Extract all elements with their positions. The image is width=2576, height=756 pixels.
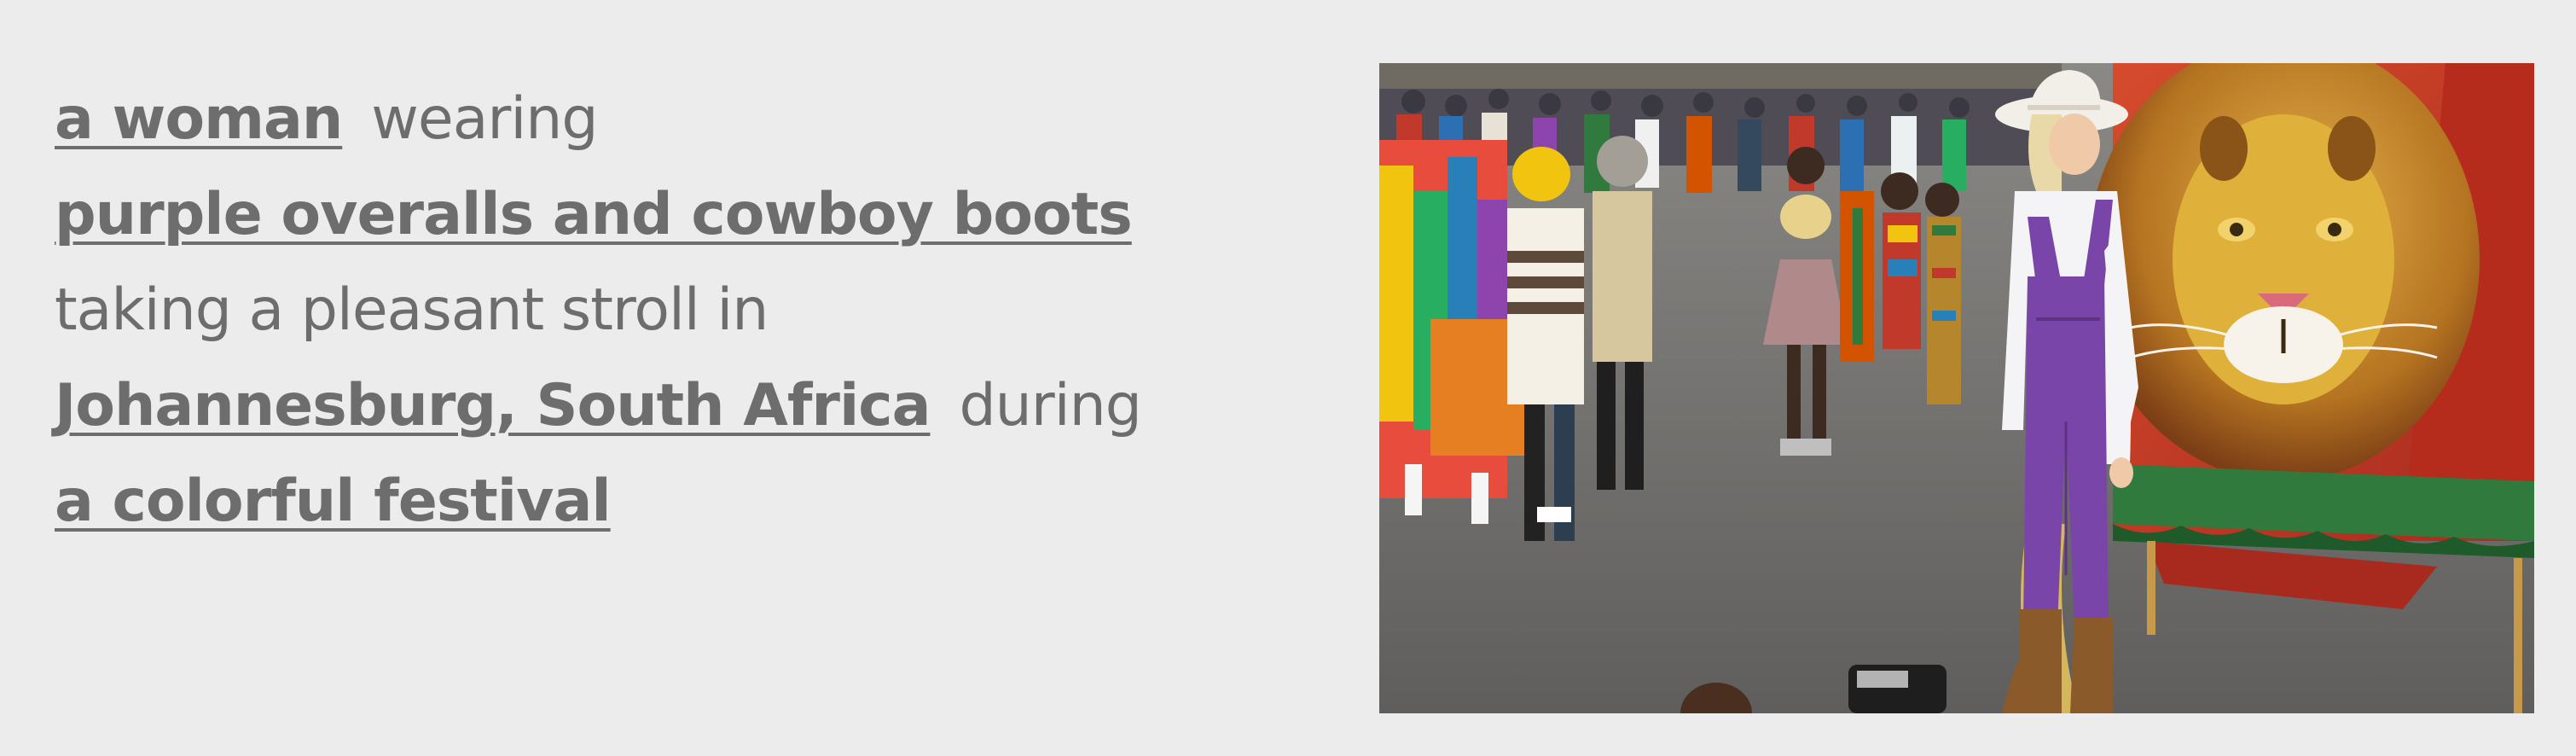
caption-line-3: taking a pleasant stroll in — [55, 263, 1334, 358]
phrase-event[interactable]: a colorful festival — [55, 454, 612, 550]
phrase-attire[interactable]: purple overalls and cowboy boots — [55, 167, 1133, 263]
word-during: during — [959, 372, 1141, 439]
festival-photo — [1379, 63, 2534, 713]
festival-scene-illustration — [1379, 63, 2534, 713]
caption: a woman wearing purple overalls and cowbo… — [55, 72, 1334, 550]
phrase-subject[interactable]: a woman — [55, 72, 343, 167]
caption-line-2: purple overalls and cowboy boots — [55, 167, 1334, 263]
word-wearing: wearing — [371, 85, 598, 153]
caption-line-4: Johannesburg, South Africa during — [55, 358, 1334, 454]
phrase-action: taking a pleasant stroll in — [55, 276, 769, 344]
phrase-location[interactable]: Johannesburg, South Africa — [55, 358, 931, 454]
caption-line-5: a colorful festival — [55, 454, 1334, 550]
caption-line-1: a woman wearing — [55, 72, 1334, 167]
